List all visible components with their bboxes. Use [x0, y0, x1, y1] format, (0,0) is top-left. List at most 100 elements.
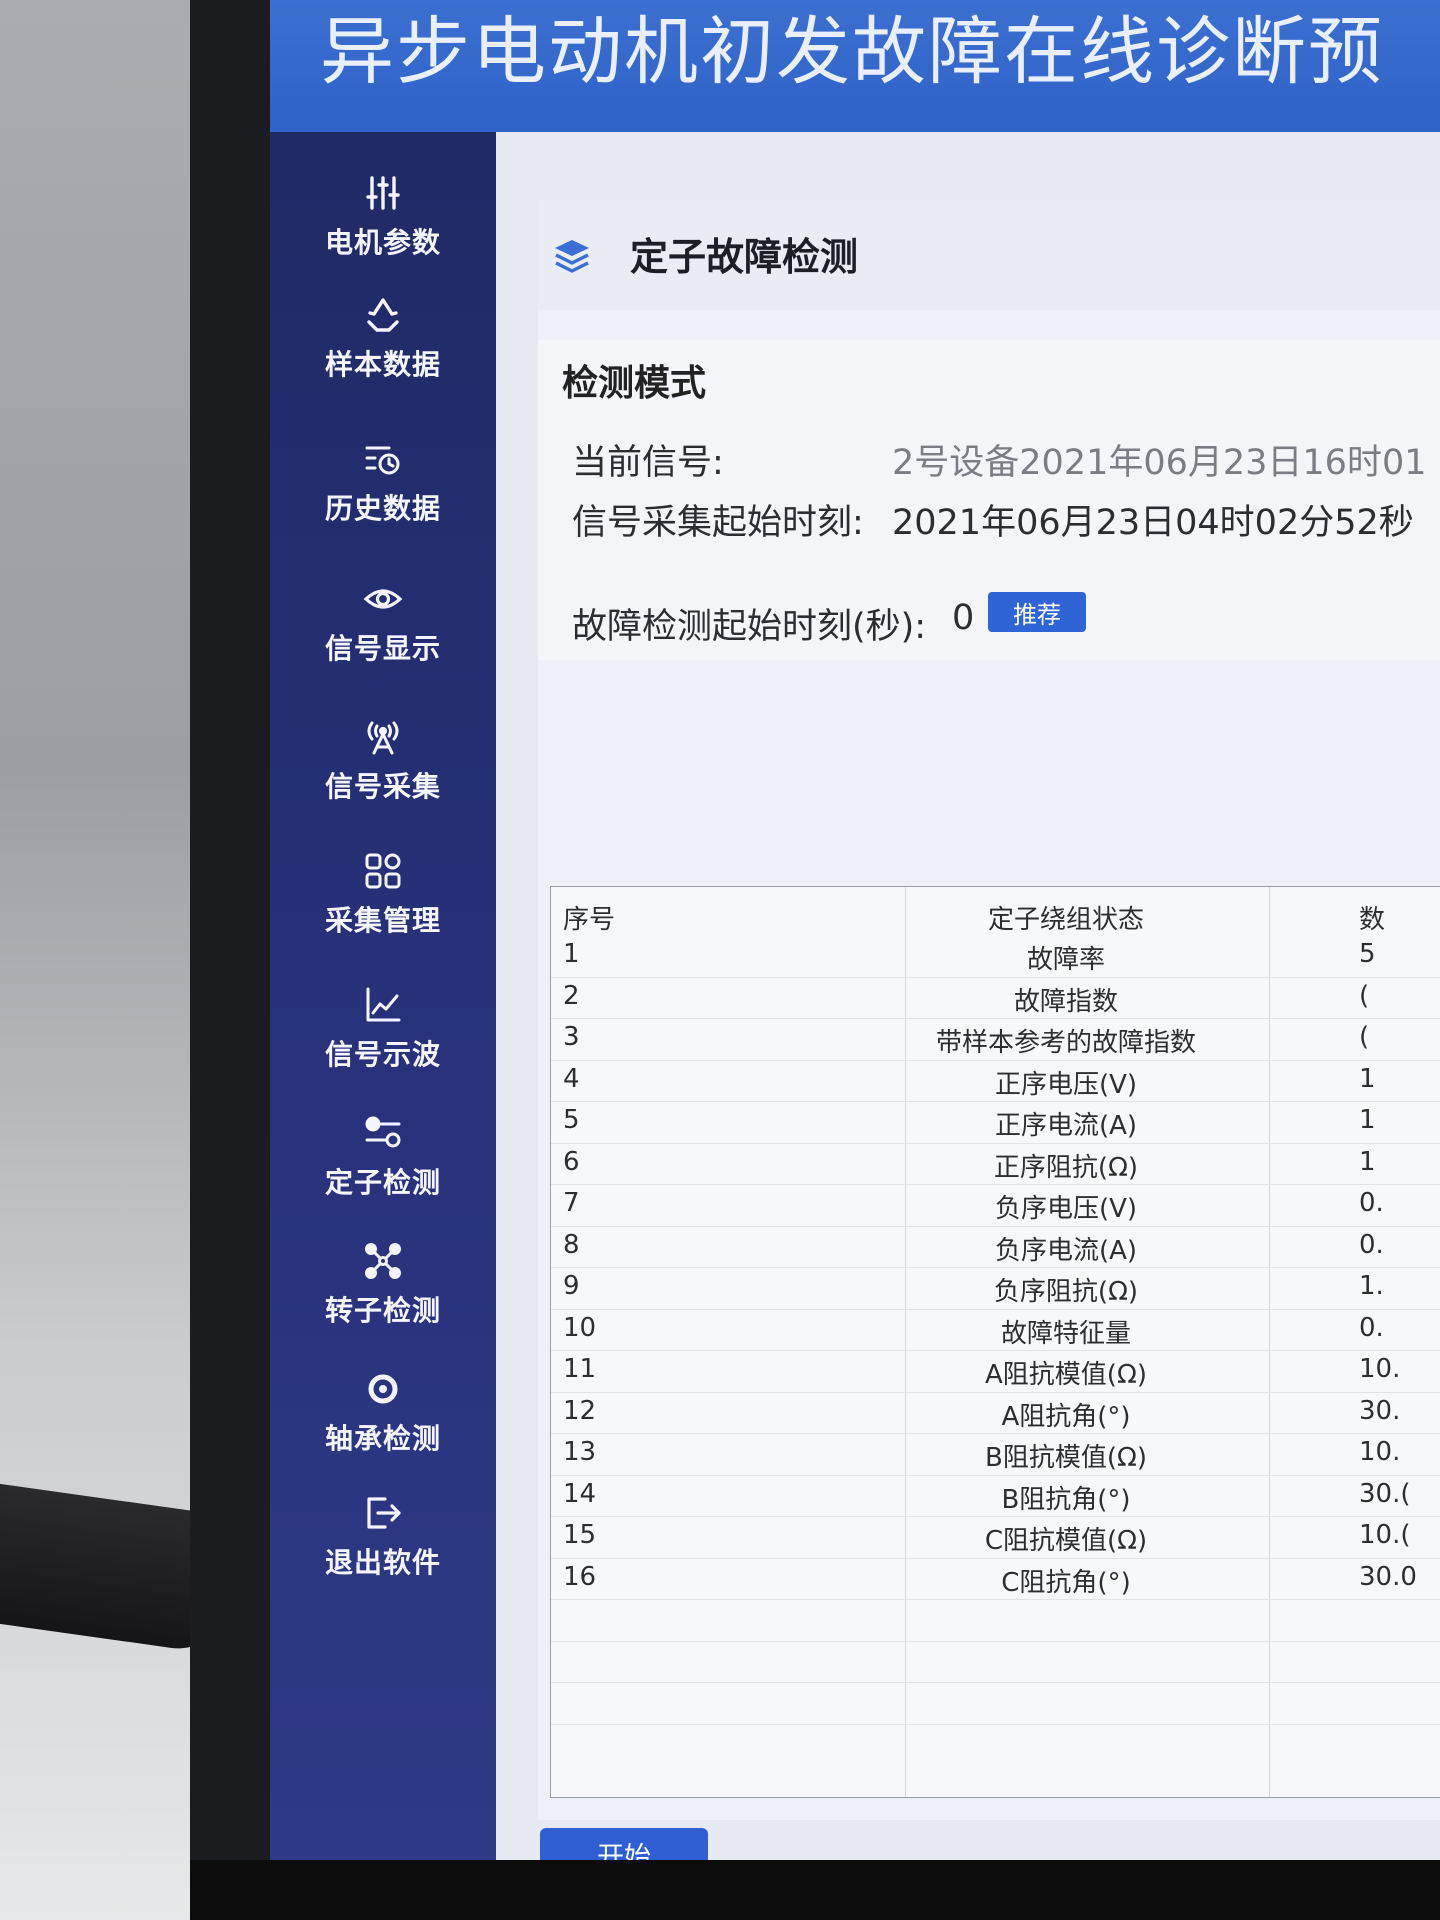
- table-cell-index: 5: [563, 1105, 580, 1135]
- table-cell-name: A阻抗角(°): [1001, 1401, 1131, 1432]
- table-cell-value: 0.: [1359, 1229, 1384, 1260]
- row-divider: [551, 1184, 1440, 1185]
- table-cell-name: B阻抗角(°): [1001, 1484, 1131, 1515]
- eye-icon: [363, 589, 403, 609]
- table-cell-value: 30.: [1359, 1395, 1401, 1426]
- table-cell-name: A阻抗模值(Ω): [985, 1360, 1147, 1390]
- table-cell-index: 13: [563, 1437, 597, 1467]
- table-cell-name: C阻抗角(°): [1001, 1567, 1131, 1598]
- row-divider: [551, 1557, 1440, 1559]
- current-signal-value: 2号设备2021年06月23日16时01: [892, 443, 1427, 483]
- sidebar-item-sample-data[interactable]: 样本数据: [270, 284, 496, 394]
- table-cell-value: 10.: [1359, 1437, 1401, 1467]
- column-divider: [1269, 887, 1270, 1797]
- monitor-bezel-bottom: [190, 1860, 1440, 1920]
- row-divider: [551, 976, 1440, 978]
- table-cell-index: 14: [563, 1478, 597, 1509]
- sidebar-item-acquisition-management[interactable]: 采集管理: [270, 840, 496, 950]
- sidebar-item-label: 信号示波: [324, 1038, 441, 1071]
- row-divider: [551, 1682, 1440, 1683]
- table-cell-name: 故障指数: [1013, 986, 1118, 1017]
- column-header-stator-state: 定子绕组状态: [987, 905, 1144, 935]
- sidebar-item-exit[interactable]: 退出软件: [270, 1482, 496, 1592]
- sidebar-item-signal-oscilloscope[interactable]: 信号示波: [270, 974, 496, 1084]
- table-cell-value: (: [1359, 980, 1370, 1011]
- sidebar-item-label: 转子检测: [324, 1294, 441, 1327]
- app-window: 异步电动机初发故障在线诊断预 电机参数 样本数据 历史数据 信号显示 信号采集 …: [270, 0, 1440, 1860]
- table-cell-value: 30.(: [1359, 1478, 1411, 1509]
- logout-icon: [367, 1497, 401, 1529]
- sidebar-item-bearing-detection[interactable]: 轴承检测: [270, 1358, 496, 1468]
- sidebar-item-label: 定子检测: [324, 1166, 441, 1199]
- sidebar-item-label: 电机参数: [324, 226, 441, 259]
- row-divider: [551, 1723, 1440, 1725]
- table-cell-value: 1.: [1359, 1271, 1384, 1301]
- table-cell-name: 负序电流(A): [994, 1235, 1138, 1266]
- sidebar-item-rotor-detection[interactable]: 转子检测: [270, 1230, 496, 1340]
- row-divider: [551, 1059, 1440, 1061]
- table-cell-index: 6: [563, 1146, 580, 1177]
- sidebar-item-motor-params[interactable]: 电机参数: [270, 162, 496, 272]
- row-divider: [551, 1267, 1440, 1268]
- sidebar-item-label: 轴承检测: [324, 1422, 441, 1455]
- title-bar: 异步电动机初发故障在线诊断预: [270, 0, 1440, 132]
- section-title: 检测模式: [562, 363, 707, 404]
- recommend-button[interactable]: 推荐: [988, 592, 1086, 632]
- table-cell-index: 12: [563, 1395, 597, 1426]
- table-cell-name: C阻抗模值(Ω): [984, 1526, 1148, 1556]
- table-cell-index: 15: [563, 1520, 597, 1550]
- recycle-icon: [367, 298, 399, 332]
- table-cell-name: 负序电压(V): [994, 1194, 1138, 1224]
- table-cell-index: 9: [563, 1271, 580, 1301]
- detection-mode-section: 检测模式 当前信号: 2号设备2021年06月23日16时01 信号采集起始时刻…: [538, 340, 1440, 660]
- sidebar-item-signal-display[interactable]: 信号显示: [270, 568, 496, 678]
- fault-start-label: 故障检测起始时刻(秒):: [572, 607, 927, 647]
- sliders-icon: [366, 176, 400, 210]
- table-cell-value: 10.(: [1359, 1520, 1411, 1550]
- fault-start-input[interactable]: 0: [952, 598, 974, 638]
- table-cell-index: 8: [563, 1229, 580, 1260]
- page-header: 定子故障检测: [538, 200, 1440, 310]
- row-divider: [551, 1640, 1440, 1642]
- row-divider: [551, 1516, 1440, 1517]
- row-divider: [551, 1350, 1440, 1351]
- start-time-label: 信号采集起始时刻:: [572, 503, 864, 543]
- sidebar-item-label: 信号显示: [324, 632, 441, 665]
- bearing-icon: [368, 1374, 398, 1404]
- table-cell-index: 1: [563, 939, 580, 969]
- table-cell-name: B阻抗模值(Ω): [985, 1443, 1147, 1473]
- sidebar-item-label: 采集管理: [324, 904, 441, 937]
- sidebar-item-stator-detection[interactable]: 定子检测: [270, 1102, 496, 1212]
- table-cell-index: 16: [563, 1561, 597, 1592]
- sidebar-item-history-data[interactable]: 历史数据: [270, 428, 496, 538]
- column-header-value: 数: [1359, 905, 1386, 935]
- table-cell-index: 4: [563, 1063, 580, 1094]
- row-divider: [551, 1433, 1440, 1434]
- table-cell-value: 1: [1359, 1105, 1376, 1135]
- sidebar-item-label: 样本数据: [324, 348, 441, 381]
- row-divider: [551, 1142, 1440, 1144]
- table-cell-index: 2: [563, 980, 580, 1011]
- table-cell-value: 1: [1359, 1063, 1376, 1094]
- sidebar-item-signal-acquisition[interactable]: 信号采集: [270, 706, 496, 816]
- table-cell-value: 0.: [1359, 1188, 1384, 1218]
- table-cell-name: 正序阻抗(Ω): [993, 1152, 1139, 1183]
- antenna-icon: [367, 721, 399, 755]
- row-divider: [551, 1308, 1440, 1310]
- table-cell-name: 正序电压(V): [994, 1069, 1138, 1100]
- table-cell-index: 10: [563, 1312, 597, 1343]
- toggle-icon: [365, 1116, 401, 1148]
- table-cell-value: 1: [1359, 1146, 1376, 1177]
- line-chart-icon: [366, 987, 401, 1022]
- table-cell-index: 3: [563, 1022, 580, 1052]
- column-header-index: 序号: [563, 905, 616, 935]
- row-divider: [551, 1391, 1440, 1393]
- app-title: 异步电动机初发故障在线诊断预: [320, 9, 1384, 95]
- row-divider: [551, 1599, 1440, 1600]
- grid-icon: [365, 853, 401, 889]
- table-cell-value: 10.: [1359, 1354, 1401, 1384]
- sidebar-item-label: 信号采集: [324, 770, 441, 803]
- sidebar-item-label: 历史数据: [324, 492, 441, 525]
- start-button[interactable]: 开始: [540, 1828, 708, 1860]
- table-cell-name: 故障率: [1026, 945, 1105, 975]
